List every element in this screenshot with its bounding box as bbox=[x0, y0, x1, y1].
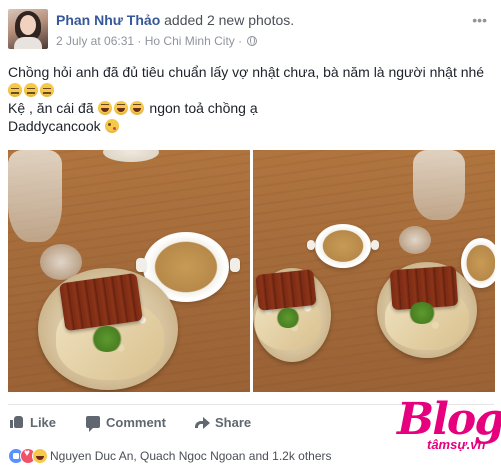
facebook-post: Phan Như Thảo added 2 new photos. 2 July… bbox=[0, 0, 501, 470]
meta-separator: · bbox=[137, 33, 142, 48]
post-timestamp-link[interactable]: 2 July at 06:31 bbox=[56, 34, 134, 48]
post-location-link[interactable]: Ho Chi Minh City bbox=[145, 34, 235, 48]
reactors-text: Nguyen Duc An, Quach Ngoc Ngoan and 1.2k… bbox=[50, 449, 332, 463]
bowl-handle-image bbox=[136, 258, 146, 272]
author-avatar[interactable] bbox=[8, 9, 48, 49]
like-button[interactable]: Like bbox=[10, 411, 56, 433]
post-text-line-3a: Kệ , ăn cái đã bbox=[8, 100, 94, 116]
post-message: Chồng hỏi anh đã đủ tiêu chuẩn lấy vợ nh… bbox=[8, 63, 494, 135]
comment-button[interactable]: Comment bbox=[86, 411, 166, 433]
bowl-handle-image bbox=[307, 240, 315, 250]
comment-label: Comment bbox=[106, 414, 166, 430]
post-photo-1[interactable] bbox=[8, 150, 250, 392]
bowl-handle-image bbox=[371, 240, 379, 250]
meta-separator: · bbox=[238, 33, 243, 48]
post-text-line-4: Daddycancook bbox=[8, 118, 101, 134]
post-text-line-3b: ngon toả chồng ạ bbox=[149, 100, 258, 116]
post-text-line: Kệ , ăn cái đã ngon toả chồng ạ bbox=[8, 99, 494, 117]
blogtamsu-watermark-logo: Blog tâmsự.vn bbox=[397, 397, 501, 467]
laughing-emoji-icon bbox=[113, 101, 128, 115]
laughing-emoji-icon bbox=[129, 101, 144, 115]
kissing-emoji-icon bbox=[104, 119, 119, 133]
post-text-line: Daddycancook bbox=[8, 117, 494, 135]
unamused-emoji-icon bbox=[40, 83, 54, 97]
share-label: Share bbox=[215, 414, 252, 430]
post-text-line: Chồng hỏi anh đã đủ tiêu chuẩn lấy vợ nh… bbox=[8, 63, 494, 81]
wine-glass-image bbox=[413, 150, 465, 220]
post-header: Phan Như Thảo added 2 new photos. bbox=[56, 12, 294, 28]
avatar-face bbox=[20, 15, 36, 35]
share-icon bbox=[195, 416, 210, 429]
herb-garnish-image bbox=[90, 326, 124, 352]
post-photo-2[interactable] bbox=[253, 150, 495, 392]
haha-reaction-icon bbox=[32, 448, 48, 464]
herb-garnish-image bbox=[407, 302, 437, 324]
post-action-text: added 2 new photos. bbox=[164, 12, 295, 28]
like-icon bbox=[10, 415, 24, 429]
soup-bowl-image bbox=[315, 224, 371, 268]
author-name-link[interactable]: Phan Như Thảo bbox=[56, 12, 160, 28]
saucer-image bbox=[103, 150, 159, 162]
comment-icon bbox=[86, 416, 100, 432]
laughing-emoji-icon bbox=[97, 101, 112, 115]
unamused-emoji-icon bbox=[24, 83, 38, 97]
grilled-eel-image bbox=[255, 269, 317, 311]
wine-glass-image bbox=[8, 150, 62, 242]
unamused-emoji-icon bbox=[8, 83, 22, 97]
glass-base-image bbox=[399, 226, 431, 254]
like-label: Like bbox=[30, 414, 57, 430]
avatar-shirt bbox=[14, 37, 42, 49]
post-meta: 2 July at 06:31 · Ho Chi Minh City · bbox=[56, 33, 258, 48]
share-button[interactable]: Share bbox=[195, 411, 251, 433]
herb-garnish-image bbox=[275, 308, 301, 328]
bowl-handle-image bbox=[230, 258, 240, 272]
post-emoji-line bbox=[8, 81, 494, 99]
watermark-sub-text: tâmsự.vn bbox=[427, 437, 486, 452]
reaction-icons bbox=[8, 448, 48, 464]
reactions-summary[interactable]: Nguyen Duc An, Quach Ngoc Ngoan and 1.2k… bbox=[8, 447, 332, 465]
post-text-line-1: Chồng hỏi anh đã đủ tiêu chuẩn lấy vợ nh… bbox=[8, 64, 485, 80]
globe-icon[interactable] bbox=[247, 35, 258, 46]
post-options-icon[interactable]: ••• bbox=[472, 12, 487, 28]
